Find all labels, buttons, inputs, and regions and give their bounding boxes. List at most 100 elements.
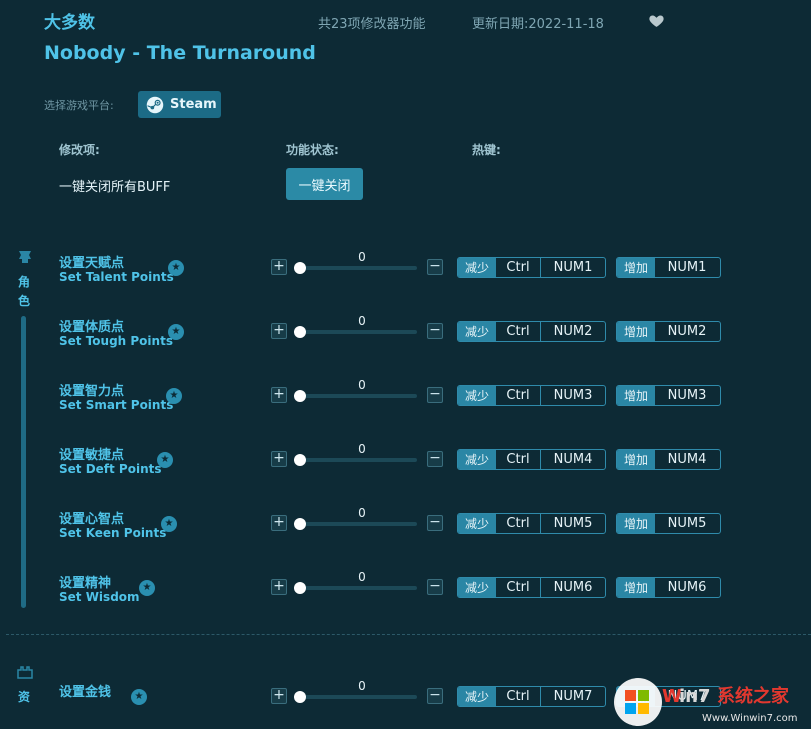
decrease-button[interactable]: − [427,688,443,704]
slider-track[interactable] [298,330,417,334]
hotkey-key: NUM6 [553,580,593,595]
hotkey-decrease-tag: 减少 [458,322,496,341]
increase-button[interactable]: + [271,515,287,531]
star-icon[interactable]: ★ [139,580,155,596]
increase-button[interactable]: + [271,323,287,339]
decrease-button[interactable]: − [427,579,443,595]
slider-value: 0 [358,314,366,328]
star-icon[interactable]: ★ [131,689,147,705]
slider-knob[interactable] [294,691,306,703]
row-label-cn: 设置精神 [59,576,112,591]
slider-knob[interactable] [294,262,306,274]
slider-knob[interactable] [294,326,306,338]
increase-button[interactable]: + [271,451,287,467]
hotkey-increase[interactable]: 增加 NUM4 [616,449,721,470]
star-icon[interactable]: ★ [168,260,184,276]
hotkey-decrease-tag: 减少 [458,687,496,706]
hotkey-decrease-tag: 减少 [458,258,496,277]
hotkey-increase-tag: 增加 [617,258,655,277]
star-icon[interactable]: ★ [161,516,177,532]
slider-track[interactable] [298,458,417,462]
slider-track[interactable] [298,522,417,526]
decrease-button[interactable]: − [427,323,443,339]
cheat-row: 设置敏捷点 Set Deft Points ★ + 0 − 减少 Ctrl NU… [0,442,811,508]
hotkey-decrease[interactable]: 减少 Ctrl NUM7 [457,686,606,707]
star-icon[interactable]: ★ [157,452,173,468]
update-date: 更新日期:2022-11-18 [472,17,604,32]
feature-count: 共23项修改器功能 [318,17,426,32]
decrease-button[interactable]: − [427,515,443,531]
hotkey-decrease[interactable]: 减少 Ctrl NUM1 [457,257,606,278]
hotkey-key: NUM1 [553,260,593,275]
row-label-en: Set Tough Points [59,334,173,348]
hotkey-modifier: Ctrl [496,322,541,341]
hotkey-decrease-tag: 减少 [458,450,496,469]
hotkey-decrease[interactable]: 减少 Ctrl NUM3 [457,385,606,406]
column-header-status: 功能状态: [286,143,339,157]
resource-icon [16,664,34,680]
slider-value: 0 [358,679,366,693]
svg-text:Www.Winwin7.com: Www.Winwin7.com [702,713,797,724]
slider-track[interactable] [298,266,417,270]
cheat-row: 设置智力点 Set Smart Points ★ + 0 − 减少 Ctrl N… [0,378,811,444]
hotkey-key: NUM7 [553,689,593,704]
slider-knob[interactable] [294,454,306,466]
steam-icon [146,96,164,113]
hotkey-decrease[interactable]: 减少 Ctrl NUM6 [457,577,606,598]
hotkey-key: NUM2 [667,324,707,339]
hotkey-modifier: Ctrl [496,450,541,469]
decrease-button[interactable]: − [427,451,443,467]
decrease-button[interactable]: − [427,387,443,403]
hotkey-decrease-tag: 减少 [458,578,496,597]
increase-button[interactable]: + [271,387,287,403]
buff-label: 一键关闭所有BUFF [59,180,171,195]
hotkey-increase[interactable]: 增加 NUM1 [616,257,721,278]
hotkey-increase-tag: 增加 [617,450,655,469]
disable-all-buff-button[interactable]: 一键关闭 [286,168,363,200]
slider-track[interactable] [298,586,417,590]
hotkey-modifier: Ctrl [496,386,541,405]
slider-value: 0 [358,442,366,456]
app-title: 大多数 [44,13,95,33]
hotkey-key: NUM4 [553,452,593,467]
heart-icon[interactable] [648,12,665,29]
game-title: Nobody - The Turnaround [44,42,316,64]
hotkey-decrease[interactable]: 减少 Ctrl NUM2 [457,321,606,342]
row-label-en: Set Wisdom [59,590,140,604]
row-label-cn: 设置心智点 [59,512,125,527]
hotkey-increase-tag: 增加 [617,386,655,405]
decrease-button[interactable]: − [427,259,443,275]
slider-value: 0 [358,378,366,392]
hotkey-key: NUM5 [553,516,593,531]
hotkey-decrease[interactable]: 减少 Ctrl NUM5 [457,513,606,534]
svg-text:in7: in7 [679,686,711,707]
slider-knob[interactable] [294,518,306,530]
hotkey-modifier: Ctrl [496,578,541,597]
slider-value: 0 [358,570,366,584]
hotkey-modifier: Ctrl [496,514,541,533]
hotkey-increase[interactable]: 增加 NUM3 [616,385,721,406]
row-label-en: Set Smart Points [59,398,174,412]
hotkey-increase[interactable]: 增加 NUM6 [616,577,721,598]
watermark-logo: W in7 系统之家 Www.Winwin7.com [612,676,811,729]
increase-button[interactable]: + [271,688,287,704]
steam-platform-button[interactable]: Steam [138,91,221,118]
slider-track[interactable] [298,394,417,398]
hotkey-increase[interactable]: 增加 NUM2 [616,321,721,342]
hotkey-increase[interactable]: 增加 NUM5 [616,513,721,534]
hotkey-decrease[interactable]: 减少 Ctrl NUM4 [457,449,606,470]
hotkey-modifier: Ctrl [496,258,541,277]
slider-knob[interactable] [294,390,306,402]
increase-button[interactable]: + [271,259,287,275]
slider-knob[interactable] [294,582,306,594]
hotkey-increase-tag: 增加 [617,322,655,341]
hotkey-key: NUM6 [667,580,707,595]
star-icon[interactable]: ★ [168,324,184,340]
slider-value: 0 [358,506,366,520]
star-icon[interactable]: ★ [166,388,182,404]
hotkey-key: NUM2 [553,324,593,339]
slider-track[interactable] [298,695,417,699]
row-label-cn: 设置天赋点 [59,256,125,271]
increase-button[interactable]: + [271,579,287,595]
row-label-en: Set Talent Points [59,270,174,284]
